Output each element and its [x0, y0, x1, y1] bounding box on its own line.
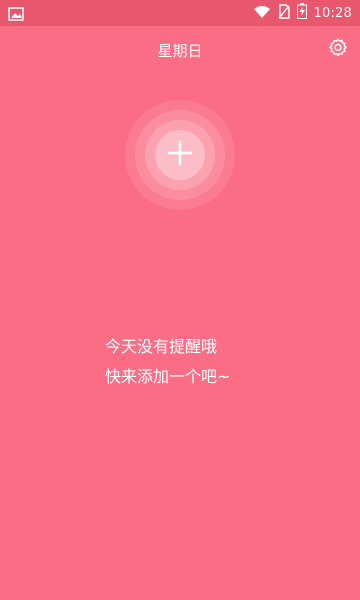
add-reminder-button[interactable]: [155, 130, 205, 180]
page-title: 星期日: [157, 42, 203, 60]
no-sim-icon: [277, 3, 290, 23]
battery-charging-icon: [296, 3, 307, 23]
empty-state-line-2: 快来添加一个吧~: [105, 367, 231, 386]
empty-state-line-1: 今天没有提醒哦: [105, 337, 218, 356]
plus-icon: [166, 139, 194, 171]
header: 星期日: [0, 26, 360, 76]
add-reminder-area: [125, 100, 235, 210]
settings-button[interactable]: [326, 38, 350, 62]
image-icon: [8, 6, 24, 21]
status-time: 10:28: [313, 5, 352, 21]
gear-icon: [327, 37, 349, 63]
status-bar: 10:28: [0, 0, 360, 26]
status-icons: 10:28: [253, 0, 352, 26]
empty-state-message: 今天没有提醒哦 快来添加一个吧~: [0, 332, 360, 392]
wifi-icon: [253, 4, 271, 23]
